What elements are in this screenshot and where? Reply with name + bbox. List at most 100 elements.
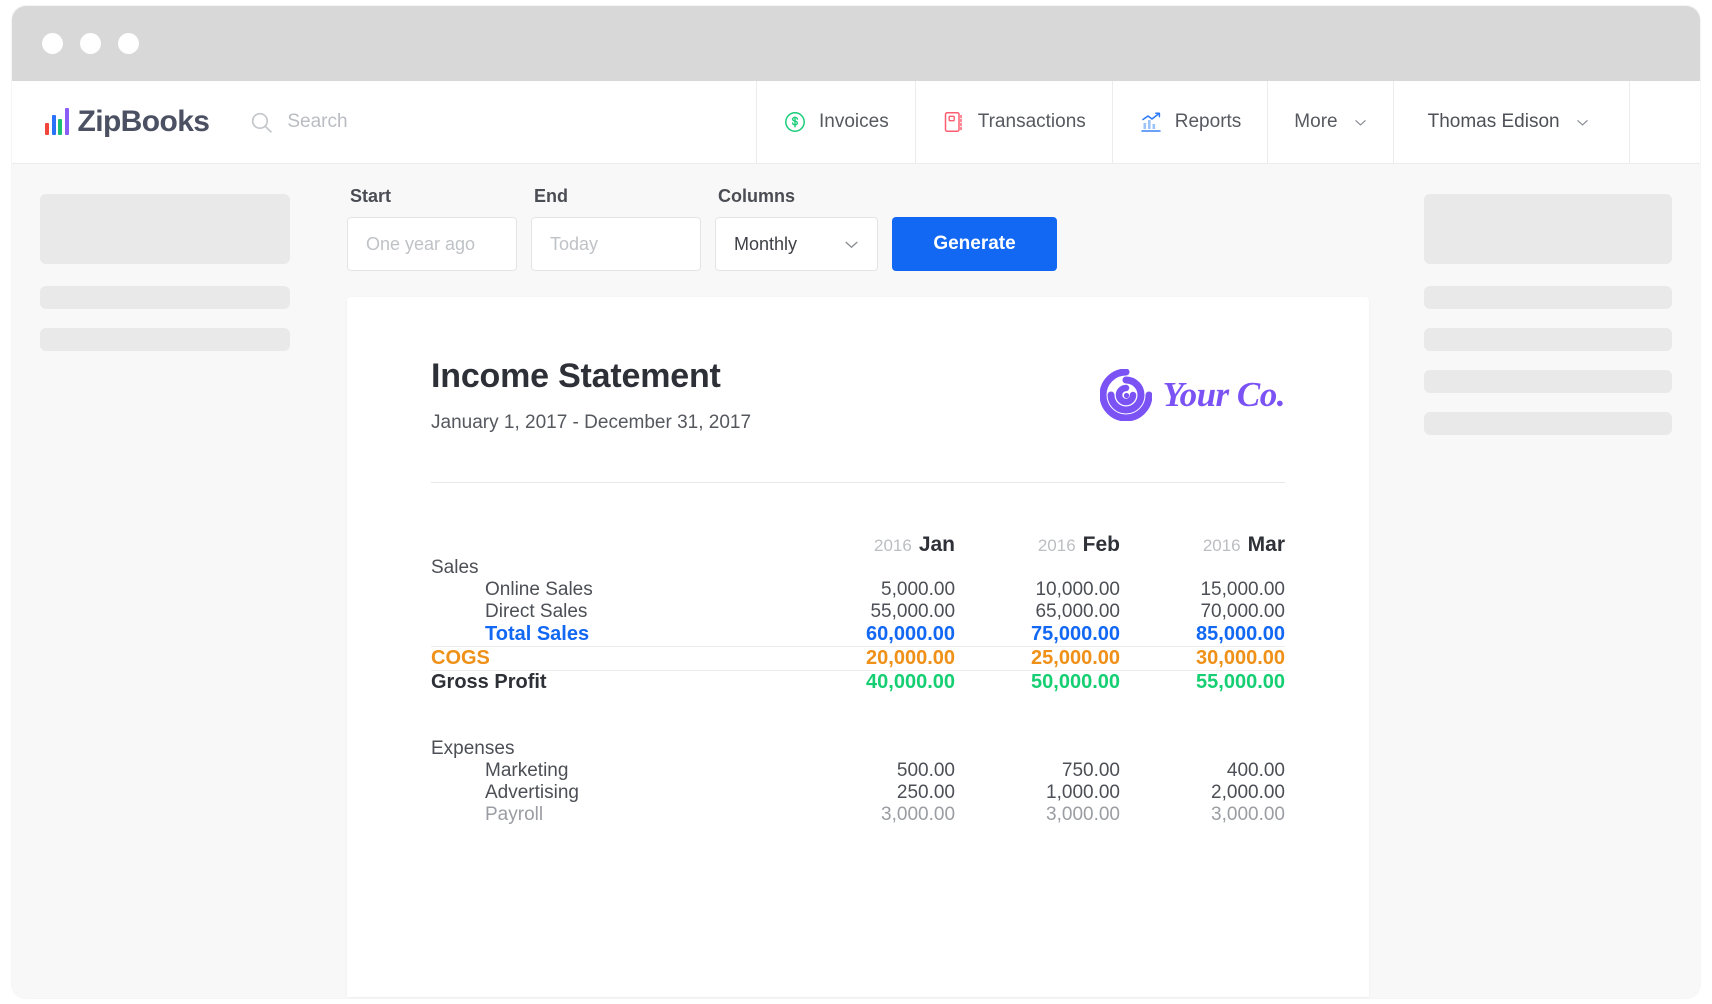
row-label: Gross Profit: [431, 671, 790, 695]
income-statement-table: 2016Jan 2016Feb 2016Mar Sales: [431, 533, 1285, 826]
row-value: 750.00: [955, 760, 1120, 782]
row-value: 250.00: [790, 782, 955, 804]
row-value: 60,000.00: [790, 623, 955, 647]
column-year: 2016: [1038, 536, 1076, 555]
column-header-jan: 2016 Jan: [790, 533, 955, 557]
row-value: 1,000.00: [955, 782, 1120, 804]
spiral-icon: [1100, 369, 1152, 421]
start-date-input[interactable]: One year ago: [347, 217, 517, 271]
left-sidebar: [12, 164, 315, 998]
columns-label: Columns: [715, 186, 878, 207]
company-name: Your Co.: [1163, 375, 1285, 415]
chevron-down-icon: [1576, 116, 1589, 129]
row-value: 70,000.00: [1120, 601, 1285, 623]
table-body: Sales Online Sales 5,000.00 10,000.00 15…: [431, 557, 1285, 826]
generate-button[interactable]: Generate: [892, 217, 1057, 271]
skeleton-block: [1424, 194, 1672, 264]
search-icon: [249, 110, 274, 135]
row-label: Direct Sales: [431, 601, 790, 623]
row-value: 50,000.00: [955, 671, 1120, 695]
columns-group: Columns Monthly: [715, 186, 878, 271]
nav-reports[interactable]: Reports: [1113, 81, 1269, 163]
row-value: 85,000.00: [1120, 623, 1285, 647]
row-value: 55,000.00: [1120, 671, 1285, 695]
header-spacer: [431, 533, 790, 557]
row-label: Online Sales: [431, 579, 790, 601]
row-value: 20,000.00: [790, 647, 955, 671]
column-month: Mar: [1248, 533, 1285, 556]
right-sidebar: [1397, 164, 1700, 998]
end-date-group: End Today: [531, 186, 701, 271]
search-box[interactable]: Search: [249, 110, 347, 135]
app-navbar: ZipBooks Search Invoices: [12, 81, 1700, 164]
report-card: Income Statement January 1, 2017 - Decem…: [347, 297, 1369, 997]
table-spacer-row: [431, 694, 1285, 738]
dollar-circle-icon: [783, 110, 807, 134]
report-date-range: January 1, 2017 - December 31, 2017: [431, 412, 751, 434]
zipbooks-logo[interactable]: ZipBooks: [45, 105, 209, 139]
nav-more[interactable]: More: [1268, 81, 1393, 163]
table-row-total: Total Sales 60,000.00 75,000.00 85,000.0…: [431, 623, 1285, 647]
start-label: Start: [347, 186, 517, 207]
table-row: Sales: [431, 557, 1285, 579]
table-row-cogs: COGS 20,000.00 25,000.00 30,000.00: [431, 647, 1285, 671]
skeleton-block: [1424, 412, 1672, 435]
book-icon: [942, 110, 966, 134]
brand-name: ZipBooks: [78, 105, 210, 139]
start-date-placeholder: One year ago: [366, 234, 475, 255]
table-header-row: 2016Jan 2016Feb 2016Mar: [431, 533, 1285, 557]
row-value: 3,000.00: [955, 804, 1120, 826]
table-row: Direct Sales 55,000.00 65,000.00 70,000.…: [431, 601, 1285, 623]
nav-more-label: More: [1294, 111, 1337, 133]
row-value: 2,000.00: [1120, 782, 1285, 804]
row-value: 5,000.00: [790, 579, 955, 601]
row-value: 40,000.00: [790, 671, 955, 695]
row-label: Total Sales: [431, 623, 790, 647]
table-row: Marketing 500.00 750.00 400.00: [431, 760, 1285, 782]
table-row: Advertising 250.00 1,000.00 2,000.00: [431, 782, 1285, 804]
search-input[interactable]: Search: [287, 111, 347, 133]
skeleton-block: [40, 328, 290, 351]
column-header-feb: 2016Feb: [955, 533, 1120, 557]
column-month: Jan: [919, 533, 955, 556]
page-title: Income Statement: [431, 357, 751, 396]
row-value: 55,000.00: [790, 601, 955, 623]
row-label: Marketing: [431, 760, 790, 782]
minimize-dot[interactable]: [80, 33, 101, 54]
table-row: Payroll 3,000.00 3,000.00 3,000.00: [431, 804, 1285, 826]
end-date-input[interactable]: Today: [531, 217, 701, 271]
row-value: 10,000.00: [955, 579, 1120, 601]
chart-icon: [1139, 110, 1163, 134]
close-dot[interactable]: [42, 33, 63, 54]
chevron-down-icon: [1354, 116, 1367, 129]
row-label: COGS: [431, 647, 790, 671]
nav-reports-label: Reports: [1175, 111, 1242, 133]
section-label-expenses: Expenses: [431, 738, 790, 760]
start-date-group: Start One year ago: [347, 186, 517, 271]
column-year: 2016: [874, 536, 912, 555]
nav-transactions[interactable]: Transactions: [916, 81, 1113, 163]
row-value: 25,000.00: [955, 647, 1120, 671]
nav-invoices[interactable]: Invoices: [757, 81, 916, 163]
nav-user-menu[interactable]: Thomas Edison: [1394, 81, 1630, 163]
maximize-dot[interactable]: [118, 33, 139, 54]
row-label: Advertising: [431, 782, 790, 804]
columns-selected-value: Monthly: [734, 234, 797, 255]
table-row: Expenses: [431, 738, 1285, 760]
main-content: Start One year ago End Today Columns Mon…: [347, 164, 1369, 998]
table-row-gross-profit: Gross Profit 40,000.00 50,000.00 55,000.…: [431, 671, 1285, 695]
skeleton-block: [1424, 370, 1672, 393]
column-header-mar: 2016Mar: [1120, 533, 1285, 557]
section-label-sales: Sales: [431, 557, 790, 579]
header-divider: [431, 482, 1285, 483]
row-value: 30,000.00: [1120, 647, 1285, 671]
row-value: 3,000.00: [1120, 804, 1285, 826]
end-date-placeholder: Today: [550, 234, 598, 255]
skeleton-block: [1424, 286, 1672, 309]
table-row: Online Sales 5,000.00 10,000.00 15,000.0…: [431, 579, 1285, 601]
skeleton-block: [40, 286, 290, 309]
row-value: 400.00: [1120, 760, 1285, 782]
row-value: 65,000.00: [955, 601, 1120, 623]
columns-select[interactable]: Monthly: [715, 217, 878, 271]
row-value: 3,000.00: [790, 804, 955, 826]
